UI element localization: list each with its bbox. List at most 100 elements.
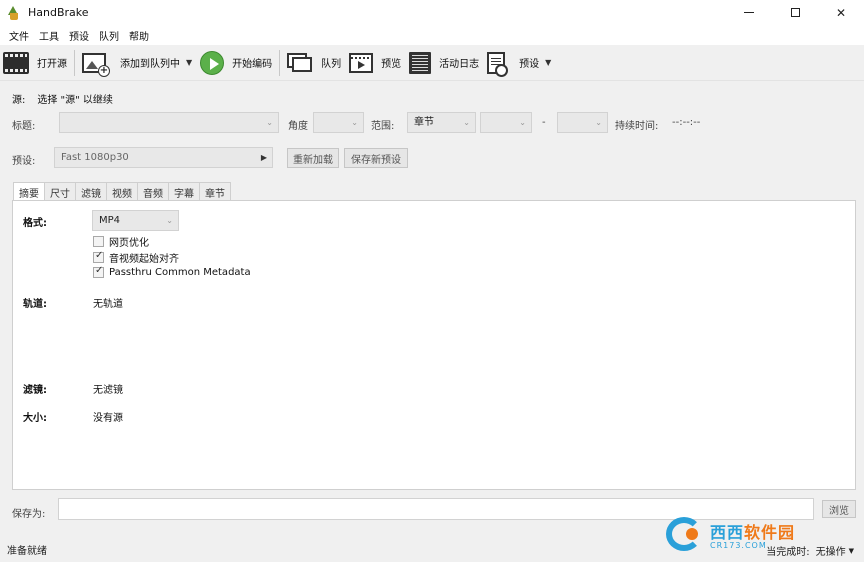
range-start-dropdown[interactable]: ⌄ (480, 112, 532, 133)
checkbox-box[interactable] (93, 236, 104, 247)
title-dropdown[interactable]: ⌄ (59, 112, 279, 133)
minimize-icon (744, 12, 754, 13)
watermark: 西西软件园 CR173.COM (664, 515, 862, 553)
menu-file[interactable]: 文件 (4, 28, 34, 43)
tab-subtitles[interactable]: 字幕 (168, 182, 200, 201)
filters-label: 滤镜: (23, 385, 47, 396)
start-encode-label: 开始编码 (232, 59, 273, 70)
minimize-button[interactable] (726, 0, 772, 25)
status-text: 准备就绪 (7, 546, 47, 557)
web-optimized-checkbox[interactable]: 网页优化 (93, 234, 149, 249)
tab-summary[interactable]: 摘要 (13, 182, 45, 202)
play-icon (200, 50, 225, 75)
passthru-metadata-label: Passthru Common Metadata (109, 267, 251, 278)
chevron-down-icon: ⌄ (266, 118, 273, 127)
toolbar: 打开源 + 添加到队列中 ▼ 开始编码 队列 预览 活动日志 预设 ▼ (0, 45, 864, 81)
chevron-down-icon: ⌄ (166, 216, 173, 225)
tab-dimensions[interactable]: 尺寸 (44, 182, 76, 201)
open-source-label: 打开源 (37, 59, 67, 70)
toolbar-separator (279, 49, 281, 76)
window-title: HandBrake (28, 6, 89, 19)
start-encode-button[interactable]: 开始编码 (196, 48, 276, 78)
preset-row: 预设: Fast 1080p30 ▶ 重新加载 保存新预设 (0, 147, 864, 169)
save-new-preset-button[interactable]: 保存新预设 (344, 148, 408, 168)
dropdown-arrow-icon[interactable]: ▼ (186, 58, 192, 67)
document-gear-icon (487, 51, 509, 77)
format-label: 格式: (23, 218, 47, 229)
format-dropdown[interactable]: MP4 ⌄ (92, 210, 179, 231)
size-label: 大小: (23, 413, 47, 424)
preview-button[interactable]: 预览 (345, 48, 405, 78)
preview-label: 预览 (381, 59, 402, 70)
range-type-dropdown[interactable]: 章节 ⌄ (407, 112, 476, 133)
tracks-label: 轨道: (23, 299, 47, 310)
range-end-dropdown[interactable]: ⌄ (557, 112, 608, 133)
align-av-label: 音视频起始对齐 (109, 254, 179, 265)
tab-audio[interactable]: 音频 (137, 182, 169, 201)
title-row: 标题: ⌄ 角度 ⌄ 范围: 章节 ⌄ ⌄ - ⌄ 持续时间: --:--:-- (0, 112, 864, 134)
save-as-label: 保存为: (12, 509, 46, 520)
photo-stack-icon (287, 52, 313, 73)
queue-label: 队列 (321, 59, 342, 70)
photo-add-icon: + (82, 52, 110, 77)
close-button[interactable]: ✕ (818, 0, 864, 25)
film-clapper-icon (3, 51, 29, 74)
preset-value: Fast 1080p30 (61, 152, 129, 163)
angle-label: 角度 (288, 121, 308, 132)
preset-label: 预设: (12, 156, 36, 167)
activity-log-label: 活动日志 (439, 59, 480, 70)
range-dash: - (542, 117, 546, 128)
menu-queue[interactable]: 队列 (94, 28, 124, 43)
reload-preset-button[interactable]: 重新加载 (287, 148, 339, 168)
tab-video[interactable]: 视频 (106, 182, 138, 201)
filters-value: 无滤镜 (93, 385, 123, 396)
source-label: 源: (12, 95, 26, 106)
maximize-button[interactable] (772, 0, 818, 25)
range-type-value: 章节 (414, 117, 434, 128)
open-source-button[interactable]: 打开源 (0, 48, 71, 78)
angle-dropdown[interactable]: ⌄ (313, 112, 364, 133)
source-row: 源: 选择 "源" 以继续 (12, 91, 113, 106)
passthru-metadata-checkbox[interactable]: Passthru Common Metadata (93, 265, 251, 278)
close-icon: ✕ (835, 5, 847, 20)
source-value: 选择 "源" 以继续 (37, 95, 113, 106)
presets-label: 预设 (519, 59, 540, 70)
watermark-name-blue: 西西 (710, 522, 745, 542)
watermark-name-orange: 软件园 (744, 522, 796, 542)
chevron-down-icon: ⌄ (595, 118, 602, 127)
web-optimized-label: 网页优化 (109, 238, 149, 249)
checkbox-box[interactable] (93, 265, 104, 278)
format-value: MP4 (99, 215, 121, 226)
chevron-down-icon: ⌄ (351, 118, 358, 127)
title-bar: HandBrake ✕ (0, 0, 864, 25)
watermark-url: CR173.COM (710, 540, 767, 550)
range-label: 范围: (371, 121, 395, 132)
menu-presets[interactable]: 预设 (64, 28, 94, 43)
dropdown-arrow-icon[interactable]: ▼ (545, 58, 551, 67)
duration-value: --:--:-- (672, 117, 701, 128)
activity-log-button[interactable]: 活动日志 (405, 48, 483, 78)
duration-label: 持续时间: (615, 121, 659, 132)
checkbox-box[interactable] (93, 250, 104, 263)
presets-button[interactable]: 预设 ▼ (483, 48, 555, 78)
settings-tabs: 摘要 尺寸 滤镜 视频 音频 字幕 章节 (13, 182, 231, 202)
toolbar-separator (74, 49, 75, 76)
add-to-queue-button[interactable]: + 添加到队列中 ▼ (78, 48, 196, 78)
film-frame-icon (349, 52, 374, 73)
menu-bar: 文件 工具 预设 队列 帮助 (0, 25, 864, 45)
terminal-log-icon (409, 51, 432, 74)
tab-chapters[interactable]: 章节 (199, 182, 231, 201)
summary-panel: 格式: MP4 ⌄ 网页优化 音视频起始对齐 Passthru Common M… (12, 200, 856, 490)
maximize-icon (790, 8, 800, 17)
queue-button[interactable]: 队列 (283, 48, 345, 78)
tab-filters[interactable]: 滤镜 (75, 182, 107, 201)
chevron-right-icon: ▶ (260, 153, 267, 162)
preset-selector[interactable]: Fast 1080p30 ▶ (54, 147, 273, 168)
menu-tools[interactable]: 工具 (34, 28, 64, 43)
chevron-down-icon: ⌄ (519, 118, 526, 127)
menu-help[interactable]: 帮助 (124, 28, 154, 43)
title-label: 标题: (12, 121, 36, 132)
chevron-down-icon: ⌄ (463, 118, 470, 127)
tracks-value: 无轨道 (93, 299, 123, 310)
align-av-checkbox[interactable]: 音视频起始对齐 (93, 250, 179, 265)
